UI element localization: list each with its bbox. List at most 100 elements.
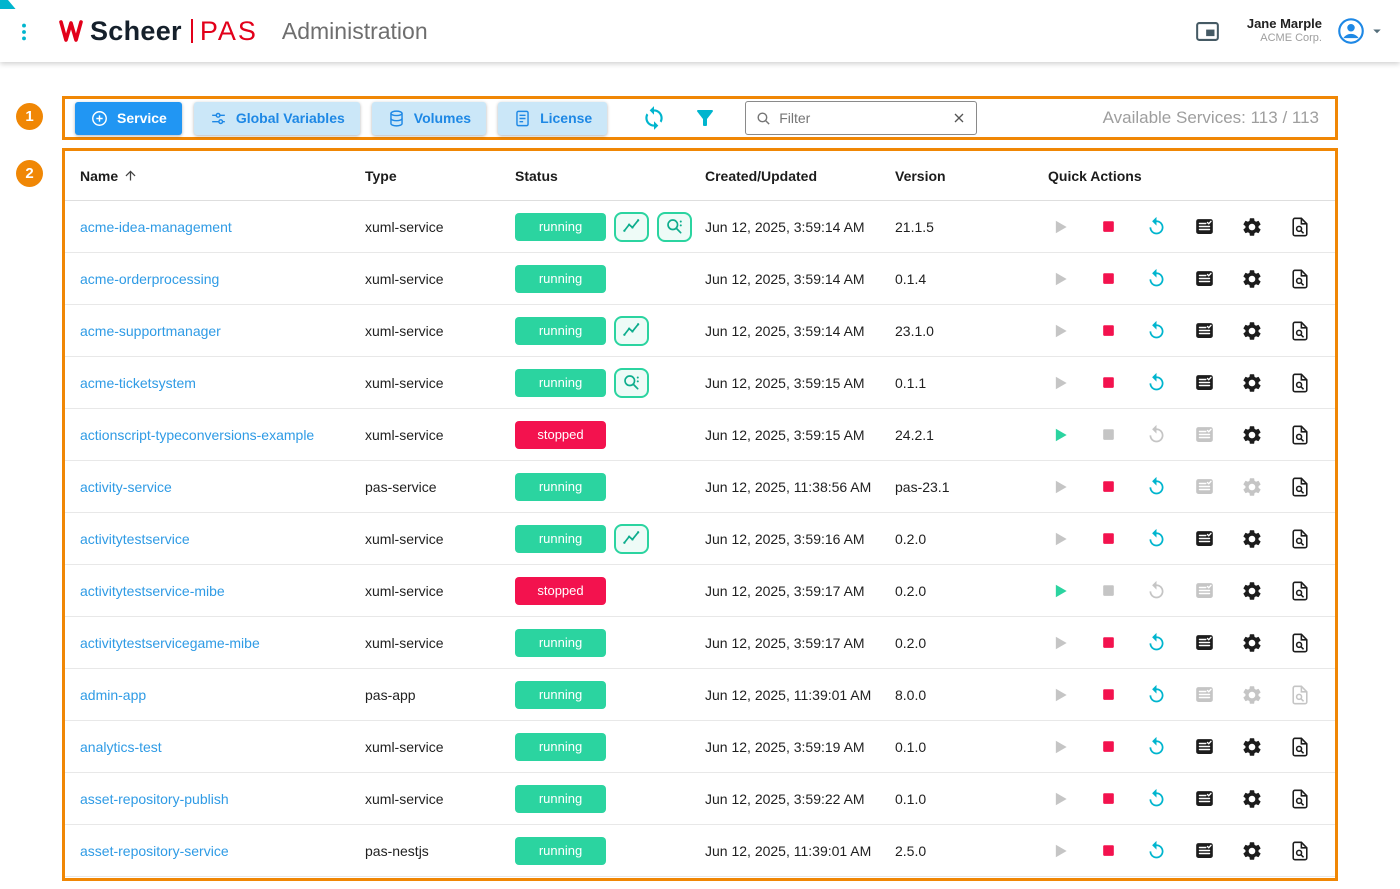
stop-button[interactable] [1096, 683, 1120, 707]
stop-button[interactable] [1096, 527, 1120, 551]
start-button[interactable] [1048, 579, 1072, 603]
logs-button[interactable] [1192, 215, 1216, 239]
restart-button[interactable] [1144, 475, 1168, 499]
service-name-link[interactable]: actionscript-typeconversions-example [80, 427, 314, 443]
column-version-header[interactable]: Version [895, 168, 1035, 184]
docs-button[interactable] [1288, 319, 1312, 343]
stop-button[interactable] [1096, 735, 1120, 759]
service-name-link[interactable]: admin-app [80, 687, 146, 703]
trace-indicator-button[interactable] [657, 212, 692, 242]
restart-button[interactable] [1144, 787, 1168, 811]
volumes-button[interactable]: Volumes [372, 102, 486, 135]
stop-button[interactable] [1096, 215, 1120, 239]
service-name-link[interactable]: activitytestservicegame-mibe [80, 635, 260, 651]
service-name-link[interactable]: acme-supportmanager [80, 323, 221, 339]
settings-button[interactable] [1240, 839, 1264, 863]
service-name-link[interactable]: asset-repository-service [80, 843, 229, 859]
docs-button[interactable] [1288, 839, 1312, 863]
logs-button[interactable] [1192, 371, 1216, 395]
docs-button[interactable] [1288, 787, 1312, 811]
stop-button[interactable] [1096, 475, 1120, 499]
restart-button[interactable] [1144, 683, 1168, 707]
stop-button[interactable] [1096, 371, 1120, 395]
column-created-header[interactable]: Created/Updated [705, 168, 895, 184]
docs-button[interactable] [1288, 215, 1312, 239]
docs-button[interactable] [1288, 579, 1312, 603]
logs-icon [1194, 736, 1215, 757]
stop-button[interactable] [1096, 839, 1120, 863]
settings-button[interactable] [1240, 787, 1264, 811]
play-icon [1050, 373, 1070, 393]
service-name-link[interactable]: activity-service [80, 479, 172, 495]
stop-icon [1100, 374, 1117, 391]
restart-button[interactable] [1144, 267, 1168, 291]
logs-button[interactable] [1192, 735, 1216, 759]
user-menu-button[interactable] [1336, 16, 1386, 46]
logs-button[interactable] [1192, 267, 1216, 291]
logs-button[interactable] [1192, 527, 1216, 551]
docs-button[interactable] [1288, 527, 1312, 551]
logs-button[interactable] [1192, 631, 1216, 655]
restart-button[interactable] [1144, 839, 1168, 863]
column-type-header[interactable]: Type [365, 168, 515, 184]
restart-button[interactable] [1144, 371, 1168, 395]
docs-button[interactable] [1288, 735, 1312, 759]
service-name-link[interactable]: acme-orderprocessing [80, 271, 219, 287]
service-name-link[interactable]: activitytestservice [80, 531, 190, 547]
logs-button[interactable] [1192, 319, 1216, 343]
settings-button[interactable] [1240, 371, 1264, 395]
menu-dots-button[interactable] [12, 20, 36, 44]
stop-button[interactable] [1096, 267, 1120, 291]
service-name-link[interactable]: asset-repository-publish [80, 791, 229, 807]
stop-button[interactable] [1096, 631, 1120, 655]
stop-button[interactable] [1096, 787, 1120, 811]
brand-scheer: Scheer [90, 16, 182, 47]
app-switcher-button[interactable] [1194, 18, 1221, 45]
trace-indicator-button[interactable] [614, 368, 649, 398]
monitoring-indicator-button[interactable] [614, 212, 649, 242]
settings-button[interactable] [1240, 319, 1264, 343]
global-variables-button[interactable]: Global Variables [194, 102, 360, 135]
refresh-button[interactable] [641, 105, 667, 131]
restart-button[interactable] [1144, 735, 1168, 759]
docs-button[interactable] [1288, 423, 1312, 447]
filter-toggle-button[interactable] [693, 106, 717, 130]
settings-button[interactable] [1240, 579, 1264, 603]
restart-button[interactable] [1144, 631, 1168, 655]
docs-button[interactable] [1288, 475, 1312, 499]
monitoring-indicator-button[interactable] [614, 524, 649, 554]
stop-button[interactable] [1096, 319, 1120, 343]
logs-button[interactable] [1192, 787, 1216, 811]
settings-button[interactable] [1240, 527, 1264, 551]
service-name-link[interactable]: analytics-test [80, 739, 162, 755]
service-type: pas-nestjs [365, 843, 515, 859]
docs-button[interactable] [1288, 267, 1312, 291]
status-badge: running [515, 525, 606, 553]
service-name-link[interactable]: acme-idea-management [80, 219, 232, 235]
clear-filter-button[interactable] [951, 110, 967, 126]
clear-icon [951, 110, 967, 126]
column-name-header[interactable]: Name [65, 168, 365, 184]
service-version: 0.2.0 [895, 583, 1035, 599]
docs-button[interactable] [1288, 631, 1312, 655]
settings-button[interactable] [1240, 215, 1264, 239]
logs-button[interactable] [1192, 839, 1216, 863]
service-name-link[interactable]: activitytestservice-mibe [80, 583, 225, 599]
service-version: 23.1.0 [895, 323, 1035, 339]
settings-button[interactable] [1240, 631, 1264, 655]
service-button[interactable]: Service [75, 102, 182, 135]
column-status-header[interactable]: Status [515, 168, 705, 184]
stop-icon [1100, 582, 1117, 599]
service-name-link[interactable]: acme-ticketsystem [80, 375, 196, 391]
start-button[interactable] [1048, 423, 1072, 447]
restart-button[interactable] [1144, 527, 1168, 551]
settings-button[interactable] [1240, 735, 1264, 759]
restart-button[interactable] [1144, 319, 1168, 343]
monitoring-indicator-button[interactable] [614, 316, 649, 346]
restart-button[interactable] [1144, 215, 1168, 239]
license-button[interactable]: License [498, 102, 607, 135]
docs-button[interactable] [1288, 371, 1312, 395]
settings-button[interactable] [1240, 423, 1264, 447]
settings-button[interactable] [1240, 267, 1264, 291]
filter-input[interactable] [779, 110, 944, 126]
